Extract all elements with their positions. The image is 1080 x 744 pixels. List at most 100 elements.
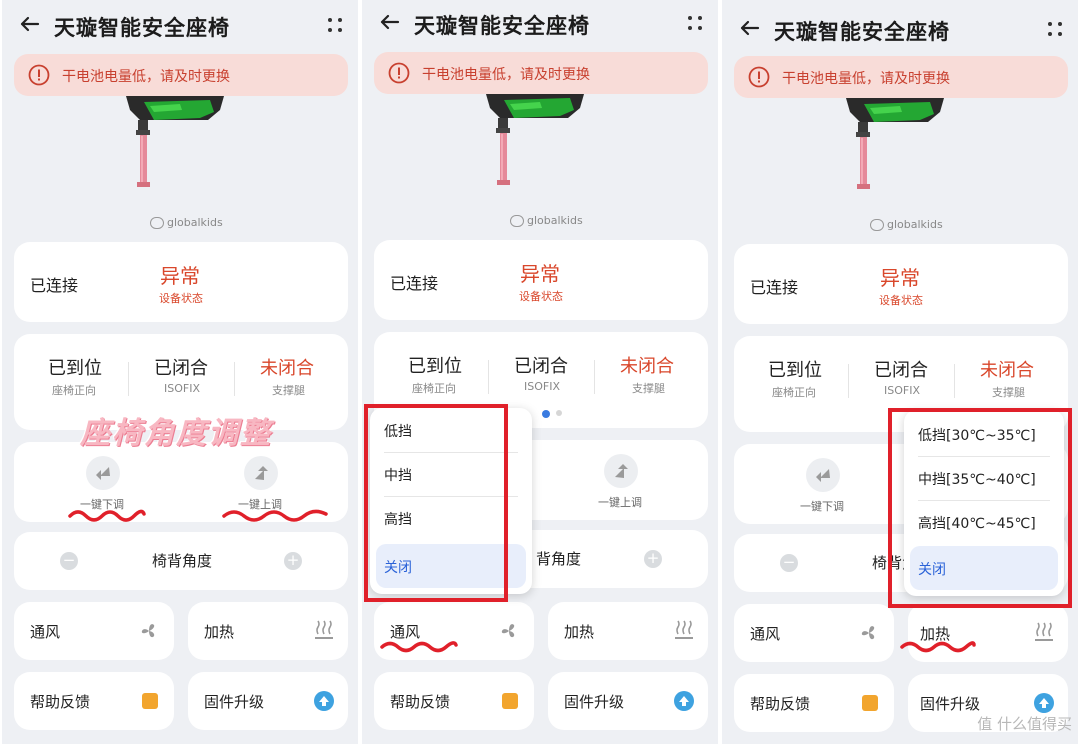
divider [128, 362, 129, 396]
adjust-down-button[interactable] [806, 458, 840, 492]
adjust-up-button[interactable] [244, 456, 278, 490]
support-leg-caption: 支撑腿 [632, 382, 665, 395]
decrease-angle-button[interactable]: − [60, 552, 78, 570]
alert-text: 干电池电量低，请及时更换 [422, 67, 590, 83]
seat-direction-value: 已到位 [408, 356, 462, 377]
backrest-angle-label: 背角度 [536, 550, 582, 568]
arrow-up-right-icon [255, 466, 268, 480]
connection-label: 已连接 [750, 278, 799, 297]
pager-dot-active [542, 410, 550, 418]
support-leg-value: 未闭合 [620, 356, 674, 377]
ventilation-card[interactable]: 通风 [14, 602, 174, 660]
divider [848, 364, 849, 398]
back-arrow-icon[interactable] [16, 10, 44, 38]
book-icon [862, 695, 878, 711]
isofix-caption: ISOFIX [884, 384, 920, 397]
heating-label: 加热 [564, 623, 595, 641]
seat-direction-caption: 座椅正向 [412, 382, 456, 395]
top-bar: 天璇智能安全座椅 [2, 0, 358, 56]
annotation-box [364, 404, 508, 602]
help-card[interactable]: 帮助反馈 [734, 674, 894, 732]
isofix-value: 已闭合 [514, 356, 568, 377]
top-bar: 天璇智能安全座椅 [722, 0, 1078, 56]
page-title: 天璇智能安全座椅 [414, 14, 590, 38]
firmware-label: 固件升级 [204, 693, 265, 711]
adjust-down-label: 一键下调 [800, 500, 844, 513]
seat-image [486, 94, 584, 185]
divider [234, 362, 235, 396]
alert-text: 干电池电量低，请及时更换 [782, 71, 950, 87]
help-card[interactable]: 帮助反馈 [14, 672, 174, 730]
device-status-caption: 设备状态 [159, 292, 203, 305]
firmware-card[interactable]: 固件升级 [548, 672, 708, 730]
firmware-label: 固件升级 [920, 695, 981, 713]
phone-screen-heating-menu: 天璇智能安全座椅 干电池电量低，请及时更换 globalkids 已连接 异常 … [722, 0, 1078, 744]
battery-alert[interactable]: 干电池电量低，请及时更换 [734, 56, 1068, 98]
source-watermark: 值 什么值得买 [977, 715, 1072, 733]
book-icon [502, 693, 518, 709]
increase-angle-button[interactable]: + [284, 552, 302, 570]
annotation-underline [68, 509, 146, 522]
increase-angle-button[interactable]: + [644, 550, 662, 568]
ventilation-card[interactable]: 通风 [734, 604, 894, 662]
annotation-underline [222, 509, 328, 522]
device-status-caption: 设备状态 [519, 290, 563, 303]
adjust-down-button[interactable] [86, 456, 120, 490]
upgrade-icon [314, 691, 334, 711]
seat-direction-value: 已到位 [768, 360, 822, 381]
fan-icon [141, 624, 155, 638]
support-leg-value: 未闭合 [980, 360, 1034, 381]
isofix-caption: ISOFIX [164, 382, 200, 395]
more-menu-icon[interactable] [328, 16, 344, 36]
seat-direction-caption: 座椅正向 [52, 384, 96, 397]
divider [594, 360, 595, 394]
seat-direction-caption: 座椅正向 [772, 386, 816, 399]
seat-image [126, 96, 224, 187]
annotation-underline [900, 641, 976, 653]
heating-card[interactable]: 加热 [188, 602, 348, 660]
device-status-value: 异常 [880, 266, 920, 290]
book-icon [142, 693, 158, 709]
connection-card: 已连接 异常 设备状态 [734, 244, 1068, 324]
support-leg-value: 未闭合 [260, 358, 314, 379]
brand-logo: globalkids [510, 214, 600, 227]
heat-icon [315, 620, 333, 639]
annotation-box [888, 408, 1072, 608]
connection-card: 已连接 异常 设备状态 [14, 242, 348, 322]
pager-dot [556, 410, 562, 416]
more-menu-icon[interactable] [1048, 20, 1064, 40]
warning-icon [28, 64, 50, 86]
back-arrow-icon[interactable] [736, 14, 764, 42]
decrease-angle-button[interactable]: − [780, 554, 798, 572]
back-arrow-icon[interactable] [376, 8, 404, 36]
phone-screen-ventilation-menu: 天璇智能安全座椅 干电池电量低，请及时更换 globalkids 已连接 异常 … [362, 0, 718, 744]
arrow-down-left-icon [816, 469, 830, 482]
connection-label: 已连接 [30, 276, 79, 295]
firmware-label: 固件升级 [564, 693, 625, 711]
adjust-up-button[interactable] [604, 454, 638, 488]
seat-direction-value: 已到位 [48, 358, 102, 379]
annotation-title: 座椅角度调整 [80, 416, 272, 451]
device-status-value: 异常 [520, 262, 560, 286]
brand-logo: globalkids [870, 218, 960, 231]
heating-card[interactable]: 加热 [548, 602, 708, 660]
fan-icon [861, 626, 875, 640]
help-card[interactable]: 帮助反馈 [374, 672, 534, 730]
arrow-up-right-icon [615, 464, 628, 478]
page-title: 天璇智能安全座椅 [54, 16, 230, 40]
connection-label: 已连接 [390, 274, 439, 293]
help-label: 帮助反馈 [750, 695, 811, 713]
divider [488, 360, 489, 394]
page-title: 天璇智能安全座椅 [774, 20, 950, 44]
firmware-card[interactable]: 固件升级 [188, 672, 348, 730]
isofix-value: 已闭合 [154, 358, 208, 379]
battery-alert[interactable]: 干电池电量低，请及时更换 [14, 54, 348, 96]
fan-icon [501, 624, 515, 638]
battery-alert[interactable]: 干电池电量低，请及时更换 [374, 52, 708, 94]
heating-label: 加热 [204, 623, 235, 641]
ventilation-label: 通风 [750, 625, 781, 643]
heat-icon [1035, 622, 1053, 641]
top-bar: 天璇智能安全座椅 [362, 0, 718, 56]
upgrade-icon [1034, 693, 1054, 713]
more-menu-icon[interactable] [688, 14, 704, 34]
